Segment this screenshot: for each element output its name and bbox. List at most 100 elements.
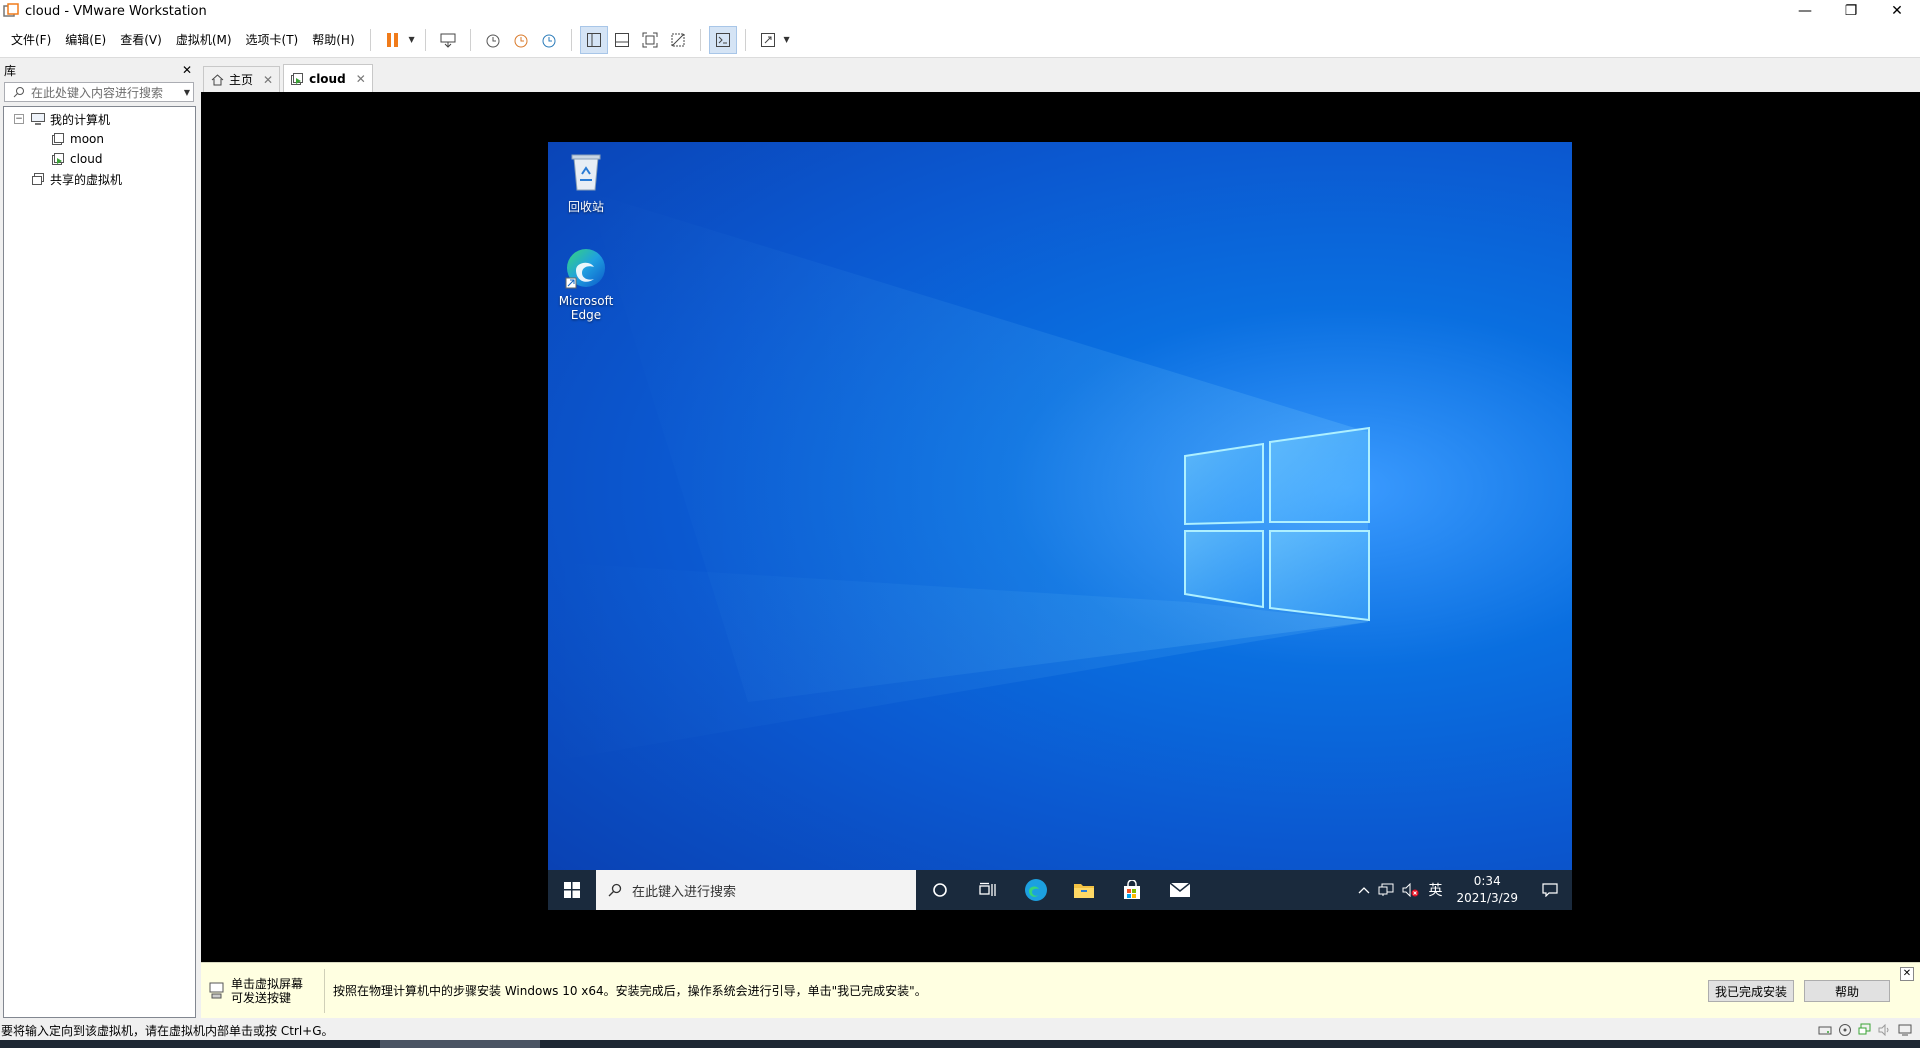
menu-toolbar: 文件(F) 编辑(E) 查看(V) 虚拟机(M) 选项卡(T) 帮助(H) ▼ … (0, 22, 1920, 58)
unity-button[interactable] (664, 26, 692, 54)
mail-icon (1169, 882, 1191, 897)
send-ctrl-alt-del-button[interactable] (434, 26, 462, 54)
file-explorer-button[interactable] (1060, 870, 1108, 910)
hint-line-2: 可发送按键 (231, 990, 292, 1005)
menu-view[interactable]: 查看(V) (113, 28, 169, 52)
finished-install-button[interactable]: 我已完成安装 (1708, 980, 1794, 1002)
collapse-icon[interactable]: − (14, 114, 24, 124)
host-taskbar-edge (0, 1040, 1920, 1048)
thumbnail-bar-button[interactable] (608, 26, 636, 54)
maximize-button[interactable]: ❐ (1828, 0, 1874, 22)
menu-file[interactable]: 文件(F) (4, 28, 58, 52)
snapshot-manager-button[interactable] (535, 26, 563, 54)
clock-time: 0:34 (1473, 874, 1501, 888)
task-view-icon (979, 882, 996, 896)
cortana-button[interactable] (916, 870, 964, 910)
show-library-button[interactable] (579, 25, 608, 54)
menu-help[interactable]: 帮助(H) (305, 28, 361, 52)
vm-icon (50, 131, 66, 147)
tab-strip: 主页 ✕ cloud ✕ (203, 64, 376, 92)
start-button[interactable] (548, 870, 596, 910)
toolbar-divider (570, 28, 572, 51)
hard-disk-status-icon[interactable] (1816, 1022, 1834, 1038)
console-view-button[interactable] (708, 25, 737, 54)
library-panel: 库 ✕ 在此处键入内容进行搜索 ▼ − 我的计算机 moon cloud 共享的… (0, 60, 198, 1020)
window-title: cloud - VMware Workstation (25, 3, 207, 19)
taskbar-search-box[interactable]: 在此键入进行搜索 (596, 870, 916, 910)
desktop-icon-recycle-bin[interactable]: 回收站 (548, 150, 626, 215)
network-button[interactable] (1374, 883, 1398, 897)
volume-button[interactable] (1398, 883, 1424, 897)
clock-revert-icon (514, 34, 528, 47)
cortana-icon (933, 883, 947, 897)
show-hidden-icons-button[interactable] (1354, 886, 1374, 894)
close-window-button[interactable]: ✕ (1874, 0, 1920, 22)
pause-icon (386, 32, 398, 47)
toolbar-divider (369, 28, 371, 51)
library-search-input[interactable]: 在此处键入内容进行搜索 ▼ (4, 82, 194, 102)
stretch-guest-button[interactable] (754, 26, 782, 54)
sound-status-icon[interactable] (1876, 1022, 1894, 1038)
suspend-button[interactable] (379, 26, 407, 54)
guest-desktop[interactable]: 回收站 Microsoft Edge 在此键入进行搜索 英 0:34 2021/… (548, 142, 1572, 910)
tab-label: 主页 (229, 73, 254, 87)
cd-dvd-status-icon[interactable] (1836, 1022, 1854, 1038)
hint-close-button[interactable]: ✕ (1900, 967, 1914, 981)
tab-close-button[interactable]: ✕ (263, 73, 273, 87)
tab-label: cloud (309, 71, 346, 86)
mail-button[interactable] (1156, 870, 1204, 910)
tree-label: moon (70, 132, 104, 146)
minimize-button[interactable]: — (1782, 0, 1828, 22)
snapshot-button[interactable] (479, 26, 507, 54)
library-close-button[interactable]: ✕ (182, 63, 192, 77)
menu-vm[interactable]: 虚拟机(M) (169, 28, 239, 52)
vm-running-icon (290, 72, 304, 86)
tab-close-button[interactable]: ✕ (356, 72, 366, 86)
clock-manager-icon (542, 34, 556, 47)
tab-cloud[interactable]: cloud ✕ (283, 64, 373, 92)
clock-date: 2021/3/29 (1456, 891, 1518, 905)
vm-console[interactable]: 回收站 Microsoft Edge 在此键入进行搜索 英 0:34 2021/… (201, 92, 1920, 962)
recycle-bin-icon (571, 154, 601, 191)
tree-item-moon[interactable]: moon (4, 129, 195, 149)
taskbar-edge-button[interactable] (1012, 870, 1060, 910)
display-status-icon[interactable] (1896, 1022, 1914, 1038)
desktop-icon-edge[interactable]: Microsoft Edge (548, 246, 626, 322)
edge-icon (1025, 879, 1047, 901)
task-view-button[interactable] (964, 870, 1012, 910)
tree-label: 共享的虚拟机 (50, 172, 123, 187)
stretch-dropdown-icon[interactable]: ▼ (782, 35, 792, 44)
help-button[interactable]: 帮助 (1804, 980, 1890, 1002)
menu-tabs[interactable]: 选项卡(T) (239, 28, 306, 52)
menu-edit[interactable]: 编辑(E) (58, 28, 113, 52)
install-hint-message: 按照在物理计算机中的步骤安装 Windows 10 x64。安装完成后，操作系统… (333, 984, 927, 998)
toolbar-divider (744, 28, 746, 51)
scrollbar-thumb[interactable] (380, 1040, 540, 1048)
store-button[interactable] (1108, 870, 1156, 910)
thumbnail-bar-icon (614, 32, 629, 47)
terminal-icon (715, 32, 730, 47)
tree-item-my-computer[interactable]: − 我的计算机 (4, 109, 195, 129)
revert-snapshot-button[interactable] (507, 26, 535, 54)
network-adapter-status-icon[interactable] (1856, 1022, 1874, 1038)
ime-indicator[interactable]: 英 (1424, 880, 1446, 900)
stretch-icon (760, 32, 775, 47)
tree-item-shared-vms[interactable]: 共享的虚拟机 (4, 169, 195, 189)
search-icon (13, 87, 24, 98)
chevron-down-icon[interactable]: ▼ (184, 88, 190, 97)
taskbar-clock[interactable]: 0:34 2021/3/29 (1446, 873, 1528, 907)
home-icon (210, 73, 224, 87)
tree-item-cloud[interactable]: cloud (4, 149, 195, 169)
power-dropdown-icon[interactable]: ▼ (407, 35, 417, 44)
status-text: 要将输入定向到该虚拟机，请在虚拟机内部单击或按 Ctrl+G。 (1, 1023, 334, 1038)
toolbar-divider (424, 28, 426, 51)
computer-icon (30, 111, 46, 127)
clock-snapshot-icon (486, 34, 500, 47)
windows-wallpaper (548, 192, 1370, 762)
action-center-button[interactable] (1528, 883, 1572, 897)
library-panel-icon (586, 32, 601, 47)
store-bag-icon (1124, 880, 1140, 899)
full-screen-button[interactable] (636, 26, 664, 54)
tab-home[interactable]: 主页 ✕ (203, 66, 281, 92)
keyboard-send-icon (440, 33, 456, 48)
